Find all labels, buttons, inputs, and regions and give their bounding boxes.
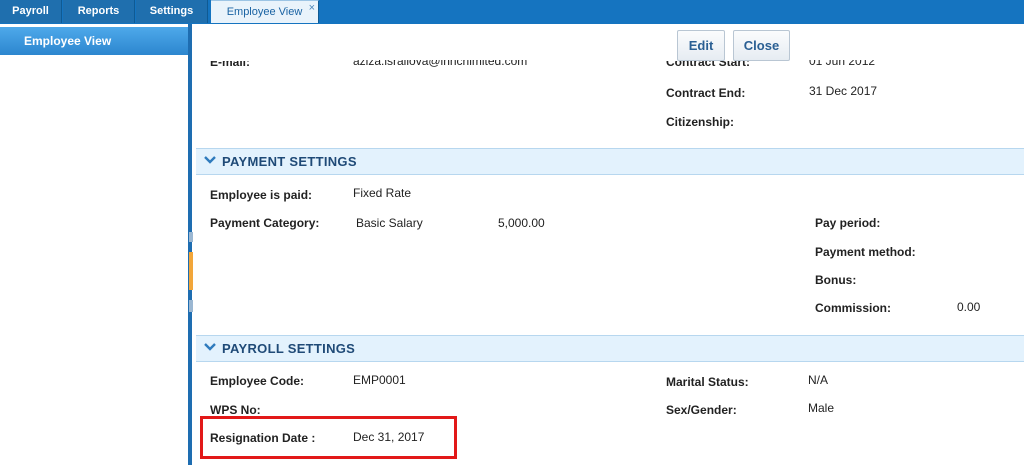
payroll-settings-header[interactable]: PAYROLL SETTINGS bbox=[196, 335, 1024, 362]
commission-label: Commission: bbox=[815, 301, 892, 315]
payment-method-label: Payment method: bbox=[815, 245, 916, 259]
commission-value: 0.00 bbox=[957, 300, 981, 314]
employee-paid-label: Employee is paid: bbox=[210, 188, 313, 202]
employee-paid-value: Fixed Rate bbox=[353, 186, 412, 200]
contract-end-value: 31 Dec 2017 bbox=[809, 84, 878, 98]
email-value-clip: aziza.israilova@inncrlimited.com bbox=[353, 60, 553, 69]
splitter-grip-top[interactable] bbox=[189, 232, 193, 242]
chevron-down-icon bbox=[204, 343, 216, 351]
payroll-settings-title: PAYROLL SETTINGS bbox=[222, 341, 356, 356]
payment-settings-title: PAYMENT SETTINGS bbox=[222, 154, 357, 169]
sidebar: Employee View bbox=[0, 24, 192, 465]
payment-settings-header[interactable]: PAYMENT SETTINGS bbox=[196, 148, 1024, 175]
employee-code-label: Employee Code: bbox=[210, 374, 305, 388]
main-panel: Edit Close E-mail: aziza.israilova@inncr… bbox=[196, 24, 1024, 465]
tab-settings[interactable]: Settings bbox=[136, 0, 208, 23]
highlight-box bbox=[200, 416, 457, 459]
contract-start-label: Contract Start: bbox=[666, 61, 751, 69]
pay-period-label: Pay period: bbox=[815, 216, 881, 230]
close-button[interactable]: Close bbox=[733, 30, 790, 61]
employee-code-value: EMP0001 bbox=[353, 373, 406, 387]
bonus-label: Bonus: bbox=[815, 273, 857, 287]
contract-start-value-clip: 01 Jun 2012 bbox=[809, 60, 899, 69]
tab-employee-view-label: Employee View bbox=[226, 6, 303, 18]
contract-start-label-clip: Contract Start: bbox=[666, 61, 766, 70]
email-value: aziza.israilova@inncrlimited.com bbox=[353, 60, 528, 68]
sidebar-item-employee-view[interactable]: Employee View bbox=[0, 27, 188, 55]
tab-employee-view[interactable]: Employee View × bbox=[211, 0, 319, 23]
payment-category-label: Payment Category: bbox=[210, 216, 320, 230]
gender-label: Sex/Gender: bbox=[666, 403, 737, 417]
payment-category-amount: 5,000.00 bbox=[498, 216, 545, 230]
wps-no-label: WPS No: bbox=[210, 403, 261, 417]
collapse-handle[interactable] bbox=[189, 252, 193, 290]
chevron-down-icon bbox=[204, 156, 216, 164]
citizenship-label: Citizenship: bbox=[666, 115, 734, 129]
email-label-clip: E-mail: bbox=[210, 61, 290, 70]
email-label: E-mail: bbox=[210, 61, 251, 69]
close-icon[interactable]: × bbox=[309, 0, 315, 19]
contract-start-value: 01 Jun 2012 bbox=[809, 60, 876, 68]
marital-status-label: Marital Status: bbox=[666, 375, 749, 389]
edit-button[interactable]: Edit bbox=[677, 30, 725, 61]
tab-bar: Payroll Reports Settings Employee View × bbox=[0, 0, 1024, 24]
marital-status-value: N/A bbox=[808, 373, 829, 387]
contract-end-label: Contract End: bbox=[666, 86, 746, 100]
splitter-grip-bottom[interactable] bbox=[189, 300, 193, 312]
tab-payroll[interactable]: Payroll bbox=[0, 0, 62, 23]
payment-category-value: Basic Salary bbox=[356, 216, 423, 230]
gender-value: Male bbox=[808, 401, 835, 415]
tab-reports[interactable]: Reports bbox=[63, 0, 135, 23]
